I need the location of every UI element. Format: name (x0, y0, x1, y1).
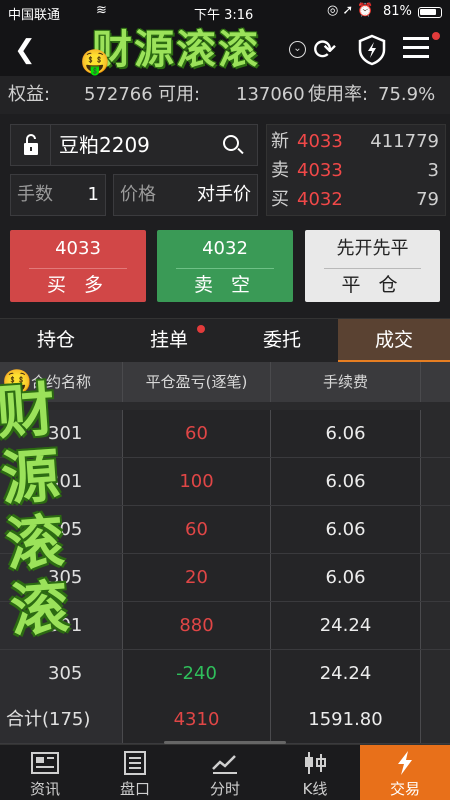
close-mode: 先开先平 (336, 238, 409, 259)
status-icons: ◎➚⏰ (327, 3, 378, 18)
carrier-label: 中国联通 (8, 8, 61, 23)
usage-label: 使用率: (308, 84, 369, 105)
tab-positions[interactable]: 持仓 (0, 319, 112, 363)
buy-label: 买 多 (46, 274, 110, 296)
account-summary: 权益: 572766 可用: 137060 使用率: 75.9% (0, 76, 450, 114)
account-title[interactable]: 财源滚滚 (92, 26, 292, 74)
shield-icon[interactable] (357, 34, 387, 70)
cell-fee: 24.24 (271, 650, 421, 697)
price-value[interactable]: 对手价 (197, 175, 251, 215)
bottom-nav: 资讯 盘口 分时 K线 交易 (0, 744, 450, 800)
order-panel: 豆粕2209 手数 1 价格 对手价 新 4033 411779 卖 4033 … (0, 114, 450, 318)
cell-pnl: 60 (123, 410, 271, 457)
buy-long-button[interactable]: 4033 买 多 (10, 230, 146, 302)
nav-trade-label: 交易 (389, 780, 420, 798)
total-fee: 1591.80 (271, 696, 421, 743)
quote-volume: 79 (416, 189, 439, 210)
quote-panel: 新 4033 411779 卖 4033 3 买 4032 79 (266, 124, 446, 216)
quote-price: 4033 (297, 131, 343, 152)
nav-orderbook-label: 盘口 (119, 780, 150, 798)
cell-pnl: 60 (123, 506, 271, 553)
contract-name[interactable]: 豆粕2209 (59, 125, 150, 165)
quote-row-last: 新 4033 411779 (267, 127, 445, 157)
sell-short-button[interactable]: 4032 卖 空 (157, 230, 293, 302)
quote-key: 卖 (271, 160, 289, 181)
quantity-label: 手数 (17, 184, 53, 205)
close-label: 平 仓 (341, 274, 404, 296)
notification-dot (432, 32, 440, 40)
cell-pnl: 20 (123, 554, 271, 601)
available-label: 可用: (158, 84, 201, 105)
money-face-icon: 🤑 (80, 48, 110, 76)
table-row[interactable]: 301 60 6.06 (0, 410, 450, 458)
lock-icon[interactable] (11, 125, 51, 165)
price-field[interactable]: 价格 对手价 (113, 174, 258, 216)
menu-icon[interactable] (403, 37, 429, 64)
equity-value: 572766 (84, 84, 153, 105)
cell-pnl: -240 (123, 650, 271, 697)
usage-value: 75.9% (378, 84, 436, 105)
nav-kline-label: K线 (302, 780, 328, 798)
back-icon[interactable]: ❮ (14, 36, 36, 64)
quote-volume: 3 (427, 160, 439, 181)
header-pnl: 平仓盈亏(逐笔) (123, 362, 271, 402)
cell-fee: 6.06 (271, 506, 421, 553)
tab-trades[interactable]: 成交 (338, 319, 450, 363)
line-chart-icon (212, 755, 237, 774)
quote-volume: 411779 (370, 131, 439, 152)
wifi-icon: ≋ (96, 3, 107, 18)
battery-percent: 81% (383, 4, 412, 19)
quote-key: 买 (271, 189, 289, 210)
lightning-icon (398, 751, 412, 775)
news-icon (31, 752, 59, 774)
nav-news-label: 资讯 (29, 780, 60, 798)
tab-pending-orders[interactable]: 挂单 (113, 319, 225, 363)
tab-orders[interactable]: 委托 (226, 319, 338, 363)
quote-key: 新 (271, 131, 289, 152)
cell-pnl: 100 (123, 458, 271, 505)
refresh-icon[interactable]: ⟳ (313, 34, 336, 66)
notification-dot (197, 325, 205, 333)
clock: 下午 3:16 (194, 8, 254, 23)
nav-kline[interactable]: K线 (270, 745, 360, 800)
quote-row-ask: 卖 4033 3 (267, 156, 445, 186)
nav-intraday[interactable]: 分时 (180, 745, 270, 800)
battery-icon (418, 7, 442, 18)
nav-orderbook[interactable]: 盘口 (90, 745, 180, 800)
nav-bar: ❮ 财源滚滚 🤑 ⌄ ⟳ (0, 24, 450, 76)
header-fee: 手续费 (271, 362, 421, 402)
sell-label: 卖 空 (193, 274, 257, 296)
price-label: 价格 (120, 184, 156, 205)
chevron-down-icon[interactable]: ⌄ (289, 41, 306, 58)
nav-news[interactable]: 资讯 (0, 745, 90, 800)
equity-label: 权益: (8, 84, 51, 105)
orderbook-icon (124, 751, 146, 775)
status-bar: 中国联通 ≋ 下午 3:16 ◎➚⏰ 81% (0, 0, 450, 24)
quantity-field[interactable]: 手数 1 (10, 174, 106, 216)
tab-bar: 持仓 挂单 委托 成交 (0, 318, 450, 363)
table-header: 合约名称 平仓盈亏(逐笔) 手续费 (0, 362, 450, 402)
search-icon[interactable] (223, 135, 239, 151)
quantity-value[interactable]: 1 (88, 175, 99, 215)
cell-pnl: 880 (123, 602, 271, 649)
available-value: 137060 (236, 84, 305, 105)
cell-fee: 6.06 (271, 410, 421, 457)
total-pnl: 4310 (123, 696, 271, 743)
contract-selector[interactable]: 豆粕2209 (10, 124, 258, 166)
quote-price: 4032 (297, 189, 343, 210)
nav-trade[interactable]: 交易 (360, 745, 450, 800)
buy-price: 4033 (55, 238, 101, 259)
cell-fee: 6.06 (271, 458, 421, 505)
sell-price: 4032 (202, 238, 248, 259)
quote-price: 4033 (297, 160, 343, 181)
candlestick-icon (305, 752, 326, 774)
table-row[interactable]: 301 100 6.06 (0, 458, 450, 506)
nav-intraday-label: 分时 (209, 780, 240, 798)
cell-fee: 6.06 (271, 554, 421, 601)
cell-fee: 24.24 (271, 602, 421, 649)
close-position-button[interactable]: 先开先平 平 仓 (305, 230, 440, 302)
quote-row-bid: 买 4032 79 (267, 185, 445, 215)
